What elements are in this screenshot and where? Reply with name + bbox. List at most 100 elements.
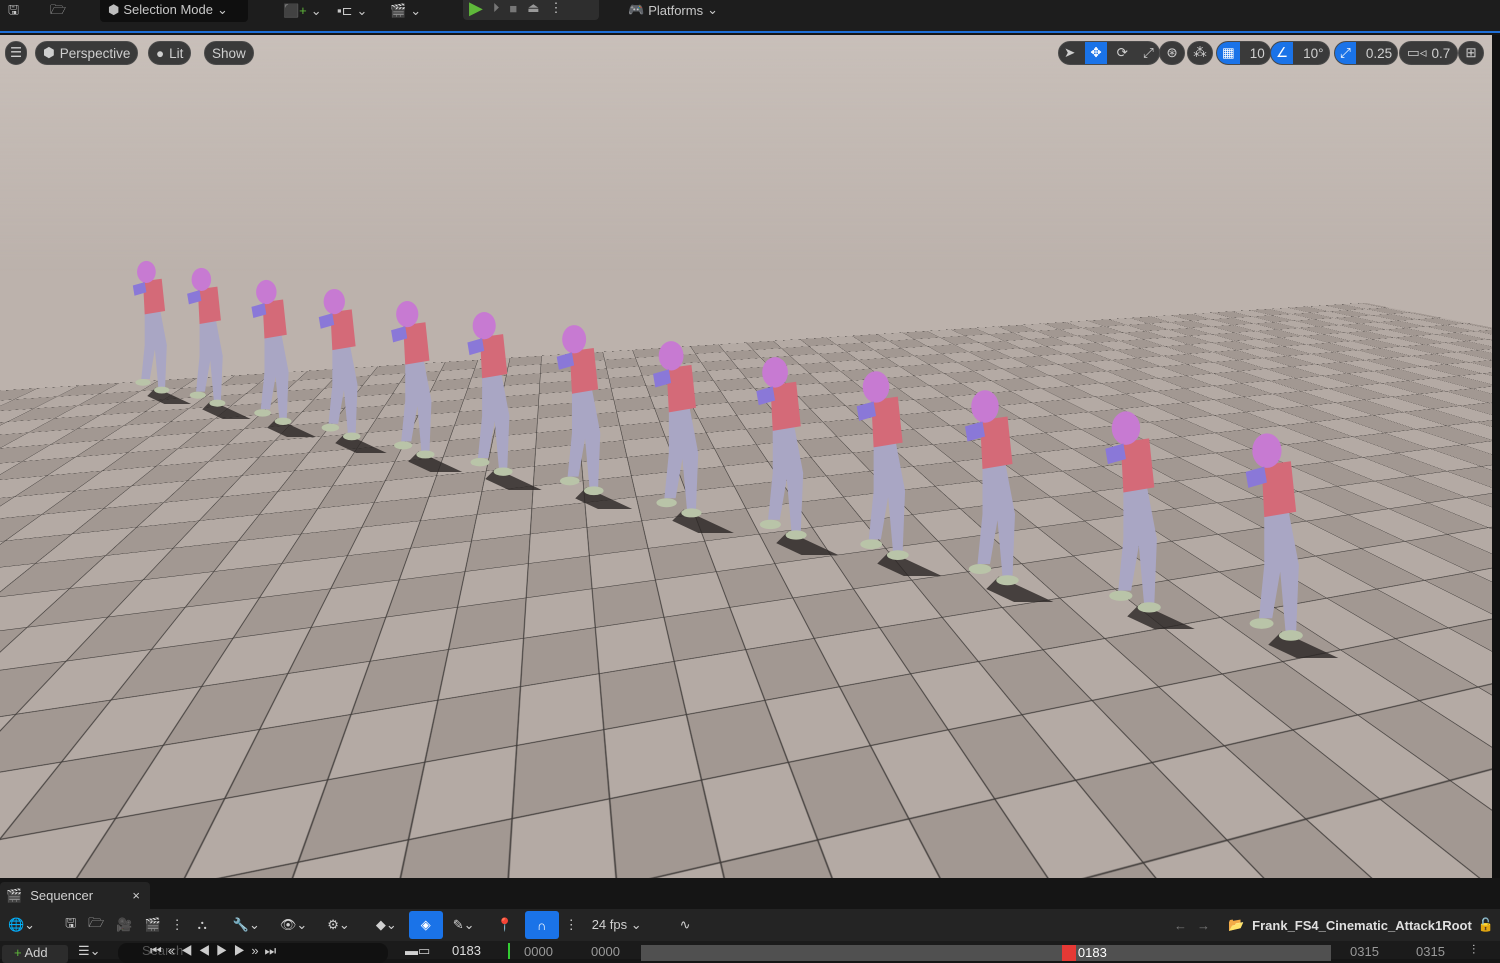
start-view-frame[interactable]: 0000 bbox=[591, 944, 620, 959]
rotation-snap-value[interactable]: 10° bbox=[1298, 42, 1328, 64]
wrench-icon[interactable]: 🔧⌄ bbox=[233, 917, 260, 933]
perspective-label: Perspective bbox=[60, 46, 131, 61]
show-label: Show bbox=[212, 46, 246, 61]
cube-icon: ⬢ bbox=[43, 45, 55, 61]
character-figure[interactable] bbox=[1095, 410, 1237, 632]
camera-speed-value: 0.7 bbox=[1432, 46, 1451, 61]
layout-icon[interactable]: ⊞ bbox=[1458, 41, 1484, 65]
move-icon[interactable]: ✥ bbox=[1085, 42, 1106, 64]
selection-mode-label: Selection Mode bbox=[123, 2, 213, 17]
camera-icon: ▭◃ bbox=[1407, 45, 1427, 61]
character-figure[interactable] bbox=[955, 389, 1093, 605]
angle-icon: ∠ bbox=[1271, 42, 1293, 64]
pencil-icon[interactable]: ✎⌄ bbox=[453, 917, 475, 933]
cursor-icon: ⬢ bbox=[108, 2, 119, 18]
end-view-frame[interactable]: 0315 bbox=[1350, 944, 1379, 959]
clapperboard-icon[interactable]: 🎬 bbox=[144, 917, 160, 933]
world-icon[interactable]: 🌐⌄ bbox=[8, 917, 35, 933]
grid-icon: ▦ bbox=[1217, 42, 1240, 64]
sequence-name[interactable]: Frank_FS4_Cinematic_Attack1Root bbox=[1252, 918, 1472, 933]
perspective-button[interactable]: ⬢ Perspective bbox=[35, 41, 138, 65]
stop-icon[interactable]: ■ bbox=[509, 1, 517, 16]
back-arrow-icon[interactable]: ← bbox=[1174, 918, 1187, 933]
rotation-snap-toggle[interactable]: ∠ 10° bbox=[1270, 41, 1330, 65]
eye-icon[interactable]: 👁⌄ bbox=[280, 917, 307, 933]
key-diamond-icon[interactable]: ◆⌄ bbox=[376, 917, 397, 933]
tab-label: Sequencer bbox=[30, 888, 124, 903]
lit-label: Lit bbox=[169, 46, 183, 61]
grid-snap-toggle[interactable]: ▦ 10 bbox=[1216, 41, 1271, 65]
coordinate-system-icon[interactable]: ⊛ bbox=[1159, 41, 1185, 65]
transform-tools: ➤ ✥ ⟳ ⤢ bbox=[1058, 41, 1160, 65]
more-icon[interactable]: ⋮ bbox=[550, 0, 563, 16]
step-icon[interactable]: ⏵ bbox=[493, 0, 500, 16]
transport-controls[interactable]: ⏮«◀◀▶▶»⏭ bbox=[150, 943, 282, 959]
start-marker bbox=[508, 943, 510, 959]
rotate-icon[interactable]: ⟳ bbox=[1112, 42, 1133, 64]
eject-icon[interactable]: ⏏ bbox=[527, 0, 539, 16]
viewport-menu-button[interactable]: ☰ bbox=[5, 41, 27, 65]
horizon-haze bbox=[0, 35, 1492, 275]
stack-icon: ▬▭ bbox=[405, 943, 430, 959]
blueprint-button[interactable]: ▪⊏ ⌄ bbox=[337, 0, 367, 22]
clapperboard-icon: 🎬 bbox=[390, 3, 406, 19]
marker-icon[interactable]: 📍 bbox=[497, 917, 513, 933]
save-sequence-icon[interactable]: 🖫 bbox=[65, 914, 76, 936]
find-asset-icon[interactable]: 🗁 bbox=[88, 914, 104, 936]
render-movie-icon[interactable]: 🎥 bbox=[116, 917, 132, 933]
grid-snap-value[interactable]: 10 bbox=[1245, 42, 1270, 64]
end-out-frame[interactable]: 0315 bbox=[1416, 944, 1445, 959]
fps-label: 24 fps bbox=[592, 917, 627, 932]
gamepad-icon: 🎮 bbox=[628, 2, 644, 18]
hamburger-icon: ☰ bbox=[10, 45, 22, 61]
add-track-button[interactable]: + Add bbox=[2, 945, 68, 963]
hierarchy-icon[interactable]: ⛬ bbox=[198, 917, 207, 933]
sliders-icon[interactable]: ⫶ bbox=[1472, 942, 1475, 958]
cinematics-button[interactable]: 🎬 ⌄ bbox=[390, 0, 421, 22]
curve-editor-icon[interactable]: ∿ bbox=[680, 917, 691, 933]
main-toolbar: 🖫 🗁 ⬢ Selection Mode ⌄ ⬛+ ⌄ ▪⊏ ⌄ 🎬 ⌄ ▶ ⏵ ■ ⏏ … bbox=[0, 0, 1500, 33]
axis-z-label: Z bbox=[28, 816, 35, 828]
more-icon[interactable]: ⋮ bbox=[565, 917, 578, 933]
play-icon[interactable]: ▶ bbox=[469, 0, 483, 19]
filter-icon[interactable]: ☰⌄ bbox=[78, 943, 101, 959]
sphere-icon: ● bbox=[156, 46, 164, 61]
level-viewport[interactable]: ☰ ⬢ Perspective ● Lit Show ➤ ✥ ⟳ ⤢ ⊛ ⁂ ▦ 10… bbox=[0, 35, 1492, 878]
add-label: Add bbox=[25, 945, 48, 960]
close-tab-button[interactable]: × bbox=[132, 888, 140, 903]
snap-magnet-icon[interactable]: ∩ bbox=[525, 911, 559, 939]
current-frame-field[interactable]: 0183 bbox=[452, 943, 481, 958]
axis-x-label: X bbox=[48, 844, 55, 856]
axis-gizmo: Z X bbox=[14, 820, 59, 860]
auto-key-icon[interactable]: ◈ bbox=[409, 911, 443, 939]
playback-settings-icon[interactable]: ⚙⌄ bbox=[327, 917, 350, 933]
scale-snap-toggle[interactable]: ⤢ 0.25 bbox=[1334, 41, 1398, 65]
plus-icon: + bbox=[14, 945, 22, 960]
show-button[interactable]: Show bbox=[204, 41, 254, 65]
scale-snap-value[interactable]: 0.25 bbox=[1361, 42, 1397, 64]
content-browser-icon[interactable]: 🗁 bbox=[50, 1, 66, 23]
select-icon[interactable]: ➤ bbox=[1059, 42, 1080, 64]
tab-sequencer[interactable]: 🎬 Sequencer × bbox=[0, 882, 150, 909]
add-actor-icon: ⬛+ bbox=[283, 3, 307, 19]
platforms-dropdown[interactable]: 🎮 Platforms ⌄ bbox=[628, 0, 718, 22]
unlock-icon[interactable]: 🔓 bbox=[1478, 917, 1494, 933]
camera-speed-button[interactable]: ▭◃ 0.7 bbox=[1399, 41, 1458, 65]
sequencer-toolbar: 🌐⌄ 🖫 🗁 🎥 🎬 ⋮ ⛬ 🔧⌄ 👁⌄ ⚙⌄ ◆⌄ ◈ ✎⌄ 📍 ∩ ⋮ 24… bbox=[0, 909, 1500, 941]
clapperboard-icon: 🎬 bbox=[6, 888, 22, 904]
blueprint-icon: ▪⊏ bbox=[337, 3, 353, 19]
more-icon[interactable]: ⋮ bbox=[171, 917, 184, 933]
chevron-down-icon: ⌄ bbox=[217, 2, 228, 18]
lit-button[interactable]: ● Lit bbox=[148, 41, 191, 65]
forward-arrow-icon[interactable]: → bbox=[1197, 918, 1210, 933]
selection-mode-dropdown[interactable]: ⬢ Selection Mode ⌄ bbox=[100, 0, 248, 22]
platforms-label: Platforms bbox=[648, 3, 703, 18]
surface-snap-icon[interactable]: ⁂ bbox=[1187, 41, 1213, 65]
start-in-frame[interactable]: 0000 bbox=[524, 944, 553, 959]
scale-icon[interactable]: ⤢ bbox=[1138, 42, 1159, 64]
play-controls: ▶ ⏵ ■ ⏏ ⋮ bbox=[463, 0, 599, 20]
add-actor-button[interactable]: ⬛+ ⌄ bbox=[283, 0, 322, 22]
fps-dropdown[interactable]: 24 fps ⌄ bbox=[592, 917, 642, 933]
save-icon[interactable]: 🖫 bbox=[8, 1, 19, 23]
character-figure[interactable] bbox=[1235, 432, 1381, 661]
